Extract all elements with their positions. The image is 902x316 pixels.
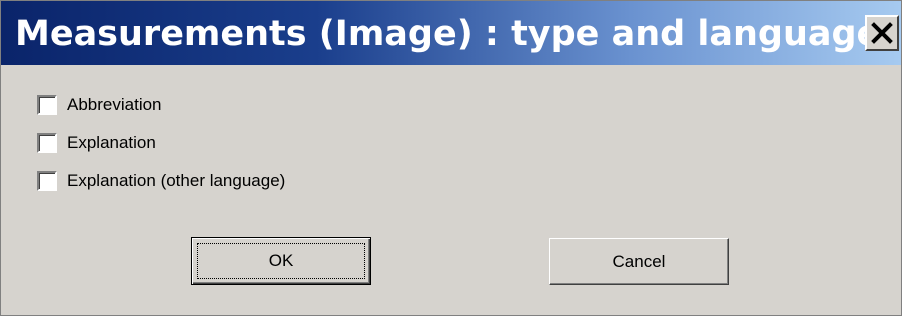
title-bar[interactable]: Measurements (Image) : type and language <box>1 1 901 65</box>
explanation-checkbox[interactable] <box>37 133 57 153</box>
cancel-button-label: Cancel <box>612 251 666 271</box>
close-icon <box>871 22 893 44</box>
cancel-button[interactable]: Cancel <box>549 238 729 285</box>
option-explanation-other-language[interactable]: Explanation (other language) <box>37 169 285 193</box>
explanation-other-language-checkbox[interactable] <box>37 171 57 191</box>
close-button[interactable] <box>865 15 899 51</box>
abbreviation-checkbox[interactable] <box>37 95 57 115</box>
explanation-label: Explanation <box>67 133 156 152</box>
type-language-dialog: Measurements (Image) : type and language… <box>0 0 902 316</box>
window-title: Measurements (Image) : type and language <box>15 14 881 54</box>
abbreviation-label: Abbreviation <box>67 95 162 114</box>
ok-button[interactable]: OK <box>191 237 371 285</box>
focus-ring <box>197 243 365 279</box>
option-abbreviation[interactable]: Abbreviation <box>37 93 162 117</box>
explanation-other-language-label: Explanation (other language) <box>67 171 286 190</box>
option-explanation[interactable]: Explanation <box>37 131 156 155</box>
